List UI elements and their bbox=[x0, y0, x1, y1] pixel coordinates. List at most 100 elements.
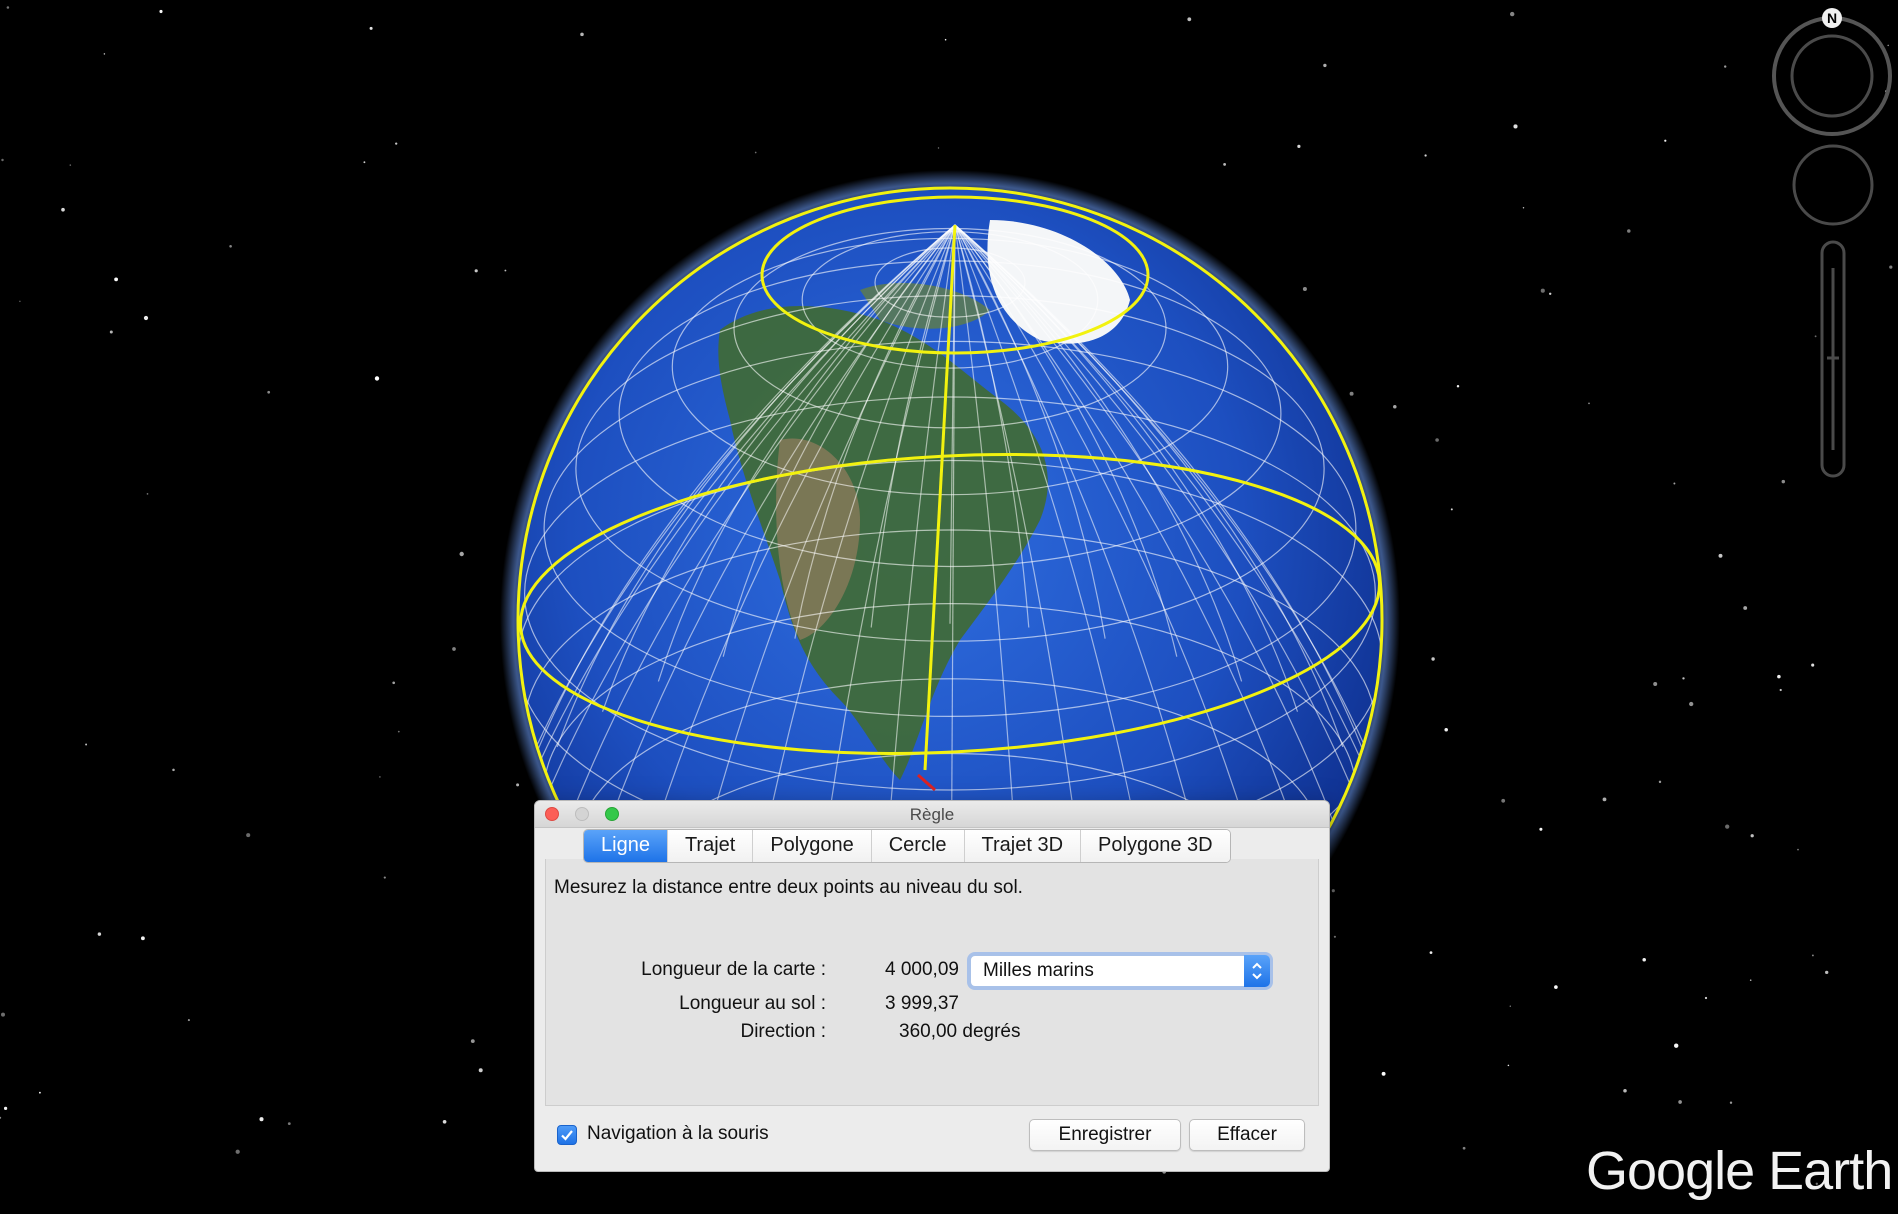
star bbox=[452, 647, 456, 651]
map-length-label: Longueur de la carte : bbox=[641, 959, 826, 980]
star bbox=[287, 1122, 291, 1126]
star bbox=[1724, 65, 1727, 68]
mouse-navigation-checkbox[interactable] bbox=[557, 1125, 577, 1145]
tab-trajet-3d[interactable]: Trajet 3D bbox=[963, 830, 1081, 862]
star bbox=[470, 1039, 475, 1043]
star bbox=[235, 1149, 240, 1154]
star bbox=[1729, 1101, 1733, 1104]
star bbox=[143, 315, 149, 321]
ruler-dialog: Règle Mesurez la distance entre deux poi… bbox=[534, 800, 1330, 1172]
unit-select[interactable]: Milles marins bbox=[970, 955, 1270, 987]
star bbox=[1510, 11, 1515, 17]
tab-cercle[interactable]: Cercle bbox=[870, 830, 964, 862]
star bbox=[937, 147, 940, 149]
star bbox=[3, 1106, 8, 1111]
star bbox=[1522, 207, 1525, 209]
tab-polygone[interactable]: Polygone bbox=[752, 830, 871, 862]
star bbox=[1, 158, 4, 162]
star bbox=[754, 151, 757, 154]
star bbox=[459, 551, 464, 557]
star bbox=[1331, 889, 1335, 893]
direction-label: Direction : bbox=[740, 1021, 826, 1042]
star bbox=[1501, 798, 1506, 803]
star bbox=[1797, 848, 1799, 851]
star bbox=[944, 38, 947, 41]
star bbox=[1554, 985, 1558, 989]
star bbox=[1429, 951, 1433, 954]
star bbox=[1381, 1071, 1386, 1076]
star bbox=[114, 277, 118, 282]
measure-description: Mesurez la distance entre deux points au… bbox=[554, 877, 1023, 898]
map-length-value: 4 000,09 bbox=[885, 959, 959, 980]
mouse-navigation-label[interactable]: Navigation à la souris bbox=[587, 1123, 769, 1145]
star bbox=[379, 776, 381, 778]
dialog-titlebar[interactable]: Règle bbox=[535, 801, 1329, 828]
star bbox=[1297, 144, 1301, 148]
tab-ligne[interactable]: Ligne bbox=[584, 830, 667, 862]
star bbox=[1187, 17, 1192, 22]
star bbox=[1642, 958, 1646, 962]
star bbox=[172, 768, 175, 772]
star bbox=[1781, 479, 1786, 484]
star bbox=[267, 390, 271, 394]
star bbox=[146, 493, 149, 495]
star bbox=[85, 743, 88, 746]
star bbox=[1507, 1064, 1510, 1067]
star bbox=[1435, 438, 1439, 442]
look-joystick[interactable] bbox=[1790, 142, 1876, 228]
star bbox=[383, 876, 386, 879]
star bbox=[1323, 63, 1327, 68]
star bbox=[1588, 402, 1590, 405]
star bbox=[1743, 606, 1748, 610]
star bbox=[1456, 385, 1460, 388]
star bbox=[1302, 286, 1307, 292]
star bbox=[478, 1068, 483, 1073]
star bbox=[1779, 688, 1782, 692]
star bbox=[1223, 163, 1226, 166]
star bbox=[1674, 1043, 1679, 1048]
star bbox=[1664, 139, 1667, 142]
star bbox=[1678, 1100, 1682, 1104]
star bbox=[246, 833, 251, 838]
star bbox=[1811, 954, 1814, 957]
google-earth-logo: Google Earth bbox=[1586, 1140, 1893, 1204]
star bbox=[1653, 682, 1658, 686]
star bbox=[1811, 663, 1815, 667]
star bbox=[504, 269, 507, 272]
star bbox=[442, 1119, 447, 1124]
star bbox=[1349, 391, 1354, 396]
compass-control[interactable]: N bbox=[1768, 8, 1896, 136]
star bbox=[1462, 1146, 1466, 1150]
star bbox=[374, 376, 380, 381]
star bbox=[140, 936, 145, 941]
star bbox=[1825, 970, 1829, 975]
star bbox=[1444, 727, 1448, 732]
star bbox=[516, 783, 520, 787]
save-button[interactable]: Enregistrer bbox=[1029, 1119, 1181, 1151]
tab-polygone-3d[interactable]: Polygone 3D bbox=[1080, 830, 1230, 862]
star bbox=[1814, 335, 1817, 338]
zoom-slider[interactable] bbox=[1818, 240, 1848, 478]
star bbox=[1424, 154, 1427, 157]
star bbox=[1540, 288, 1545, 293]
star bbox=[395, 142, 398, 145]
star bbox=[1749, 979, 1752, 981]
tab-panel: Mesurez la distance entre deux points au… bbox=[545, 859, 1319, 1106]
star bbox=[1549, 292, 1552, 295]
clear-button[interactable]: Effacer bbox=[1189, 1119, 1305, 1151]
star bbox=[1673, 482, 1676, 485]
star bbox=[1682, 677, 1685, 680]
star bbox=[1602, 797, 1607, 802]
star bbox=[392, 681, 396, 685]
star bbox=[229, 245, 232, 248]
tab-trajet[interactable]: Trajet bbox=[666, 830, 753, 862]
star bbox=[259, 1117, 264, 1122]
star bbox=[474, 269, 478, 273]
star bbox=[1658, 780, 1662, 784]
star bbox=[1513, 124, 1518, 129]
logo-earth: Earth bbox=[1768, 1141, 1893, 1201]
star bbox=[103, 53, 106, 55]
star bbox=[1623, 1089, 1627, 1093]
star bbox=[61, 207, 65, 212]
checkmark-icon bbox=[561, 1130, 573, 1141]
